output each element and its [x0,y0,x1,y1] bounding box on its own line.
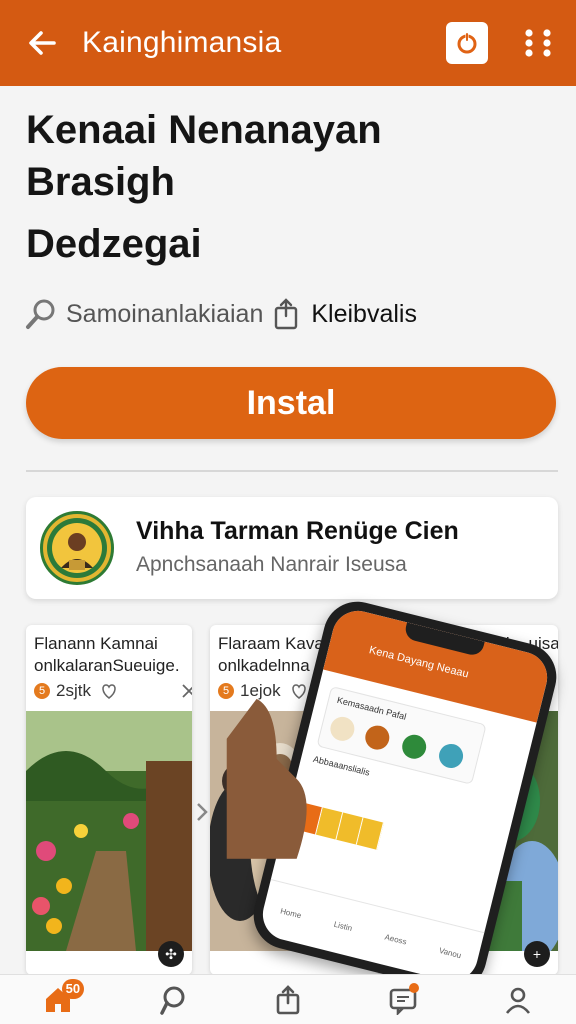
explore-icon [160,986,185,1015]
card-badge: 5 [218,683,234,699]
developer-avatar [40,511,114,585]
nav-explore[interactable] [143,975,203,1024]
power-button[interactable] [446,22,488,64]
app-name-line-2: Brasigh [26,160,175,204]
phone-nav-item: Vanou [438,945,463,961]
top-app-bar: Kainghimansia [0,0,576,86]
garden-photo [26,711,192,951]
nav-home[interactable]: 50 [28,975,88,1024]
expand-icon[interactable]: ✣ [158,941,184,967]
bottom-navigation: 50 [0,974,576,1024]
card-meta-text: 2sjtk [56,681,91,700]
divider [26,470,558,472]
meta-developer-link[interactable]: Kleibvalis [311,300,417,329]
phone-nav-item: Aeoss [383,932,408,947]
developer-name: Vihha Tarman Renüge Cien [136,517,459,545]
nav-messages[interactable] [373,975,433,1024]
hand-illustration [226,698,307,859]
overflow-menu-button[interactable] [518,13,558,73]
kebab-menu-icon [525,29,551,57]
card-badge: 5 [34,683,50,699]
app-meta-row: Samoinanlakiaian Kleibvalis [24,292,417,336]
install-button[interactable]: Instal [26,367,556,439]
card-meta: 5 2sjtk [34,681,192,701]
screenshot-card[interactable]: Flanann Kamnai onlkalaranSueuige. 5 2sjt… [26,625,192,975]
developer-subtitle: Apnchsanaah Nanrair Iseusa [136,553,407,576]
card-title: Flanann Kamnai onlkalaranSueuige. [34,634,180,675]
profile-icon [506,987,531,1014]
share-box-icon [275,298,298,330]
search-icon [26,299,55,329]
back-button[interactable] [12,13,72,73]
phone-nav-item: Listin [332,919,354,933]
nav-share[interactable] [258,975,318,1024]
share-icon [276,984,300,1014]
arrow-left-icon [29,31,56,55]
heart-icon[interactable] [99,681,119,701]
meta-category: Samoinanlakiaian [66,299,264,328]
developer-card[interactable]: Vihha Tarman Renüge Cien Apnchsanaah Nan… [26,497,558,599]
messages-dot [409,982,420,993]
expand-icon[interactable]: + [524,941,550,967]
app-name-heading: Kenaai Nenanayan Brasigh Dedzegai [26,104,546,270]
home-badge: 50 [61,978,85,999]
nav-profile[interactable] [488,975,548,1024]
power-icon [457,32,477,54]
phone-nav-item: Home [279,906,303,921]
app-name-line-3: Dedzegai [26,222,202,266]
app-name-line-1: Kenaai Nenanayan [26,108,382,152]
dismiss-icon[interactable] [180,682,192,700]
app-bar-title: Kainghimansia [82,26,282,59]
